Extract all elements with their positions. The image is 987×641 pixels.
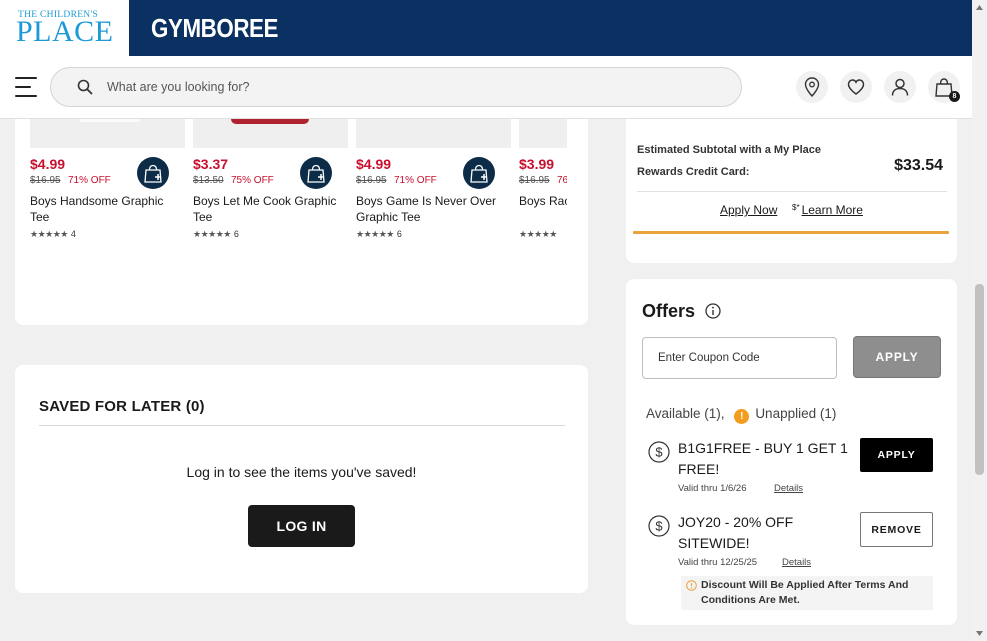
- account-button[interactable]: [884, 71, 916, 103]
- offer-notice: Discount Will Be Applied After Terms And…: [681, 576, 933, 610]
- search-icon[interactable]: [77, 79, 93, 95]
- offer-notice-text: Discount Will Be Applied After Terms And…: [701, 579, 909, 606]
- product-carousel: $4.99 $16.95 71% OFF Boys Handsome Graph…: [30, 119, 567, 325]
- product-discount: 76: [557, 175, 567, 186]
- divider: [637, 191, 947, 192]
- rating-stars: ★★★★★: [30, 229, 68, 239]
- product-discount: 75% OFF: [231, 175, 274, 186]
- info-icon: [686, 580, 697, 591]
- offers-panel: Offers APPLY Available (1), ! Unapplied (…: [626, 279, 957, 625]
- product-image[interactable]: [356, 119, 511, 148]
- product-rating: ★★★★★ 6: [356, 229, 402, 240]
- add-to-bag-icon: [470, 164, 488, 183]
- rewards-subtotal-panel: Estimated Subtotal with a My Place Rewar…: [626, 119, 957, 263]
- available-count[interactable]: Available (1),: [646, 406, 725, 421]
- scrollbar-thumb[interactable]: [975, 284, 984, 475]
- remove-offer-button[interactable]: REMOVE: [860, 512, 933, 547]
- login-button[interactable]: LOG IN: [248, 505, 355, 547]
- childrens-place-logo-main-text: PLACE: [16, 15, 114, 48]
- add-to-bag-button[interactable]: [463, 157, 495, 189]
- saved-for-later-message: Log in to see the items you've saved!: [186, 464, 417, 480]
- learn-more-prefix: $*: [792, 203, 800, 212]
- scroll-down-arrow-icon[interactable]: [972, 626, 987, 641]
- rating-stars: ★★★★★: [193, 229, 231, 239]
- page-scrollbar[interactable]: [972, 0, 987, 641]
- review-count: 6: [233, 229, 239, 239]
- svg-text:$: $: [655, 445, 663, 460]
- offer-name: B1G1FREE - BUY 1 GET 1 FREE!: [678, 440, 848, 477]
- review-count: 4: [70, 229, 76, 239]
- product-name[interactable]: Boys Let Me Cook Graphic Tee: [193, 193, 343, 225]
- product-original-price: $13.50: [193, 175, 224, 186]
- scroll-up-arrow-icon[interactable]: [972, 0, 987, 15]
- product-rating: ★★★★★: [519, 229, 560, 240]
- coupon-code-input[interactable]: [642, 337, 837, 379]
- add-to-bag-icon: [307, 164, 325, 183]
- product-original-price: $16.95: [519, 175, 550, 186]
- search-input[interactable]: [107, 68, 707, 106]
- add-to-bag-icon: [144, 164, 162, 183]
- site-header: 8: [0, 56, 972, 119]
- rewards-subtotal-label: Estimated Subtotal with a My Place Rewar…: [637, 144, 821, 178]
- add-to-bag-button[interactable]: [300, 157, 332, 189]
- product-discount: 71% OFF: [68, 175, 111, 186]
- product-image[interactable]: [519, 119, 567, 148]
- bag-button[interactable]: 8: [928, 71, 960, 103]
- dollar-coupon-icon: $: [648, 515, 670, 537]
- brand-bar: THE CHILDREN'S PLACE GYMBOREE: [0, 0, 972, 56]
- offers-title: Offers: [642, 301, 696, 321]
- product-discount: 71% OFF: [394, 175, 437, 186]
- apply-offer-button[interactable]: APPLY: [860, 438, 933, 472]
- product-price: $3.37: [193, 156, 229, 172]
- location-pin-icon: [804, 77, 820, 97]
- product-rating: ★★★★★ 4: [30, 229, 76, 240]
- offer-valid-date: Valid thru 12/25/25: [678, 557, 758, 568]
- add-to-bag-button[interactable]: [137, 157, 169, 189]
- product-original-price: $16.95: [356, 175, 387, 186]
- product-price: $4.99: [30, 156, 66, 172]
- product-name[interactable]: Boys Game Is Never Over Graphic Tee: [356, 193, 506, 225]
- search-bar: [50, 67, 742, 107]
- rating-stars: ★★★★★: [356, 229, 394, 239]
- childrens-place-logo[interactable]: THE CHILDREN'S PLACE: [0, 0, 129, 56]
- learn-more: $* Learn More: [792, 203, 863, 217]
- rating-stars: ★★★★★: [519, 229, 557, 239]
- dollar-coupon-icon: $: [648, 441, 670, 463]
- recommendations-panel: $4.99 $16.95 71% OFF Boys Handsome Graph…: [15, 119, 588, 325]
- review-count: 6: [396, 229, 402, 239]
- offer-valid-date: Valid thru 1/6/26: [678, 483, 747, 494]
- warning-icon: !: [734, 409, 750, 424]
- product-name[interactable]: Boys Handsome Graphic Tee: [30, 193, 180, 225]
- product-image[interactable]: [193, 119, 348, 148]
- product-price: $3.99: [519, 156, 555, 172]
- info-icon[interactable]: [705, 303, 721, 319]
- bag-count-badge: 8: [949, 91, 960, 102]
- divider: [39, 425, 565, 426]
- saved-for-later-title: SAVED FOR LATER (0): [39, 398, 205, 415]
- store-locator-button[interactable]: [796, 71, 828, 103]
- rewards-accent-bar: [633, 231, 949, 234]
- apply-coupon-button[interactable]: APPLY: [853, 336, 941, 378]
- product-price: $4.99: [356, 156, 392, 172]
- product-name[interactable]: Boys Rac: [519, 193, 567, 209]
- product-image[interactable]: [30, 119, 185, 148]
- offer-name: JOY20 - 20% OFF SITEWIDE!: [678, 514, 794, 551]
- apply-now-link[interactable]: Apply Now: [720, 203, 777, 217]
- rewards-subtotal-amount: $33.54: [894, 157, 943, 174]
- svg-text:$: $: [655, 519, 663, 534]
- learn-more-link[interactable]: Learn More: [802, 203, 863, 217]
- menu-icon[interactable]: [15, 77, 37, 97]
- offer-details-link[interactable]: Details: [774, 483, 803, 494]
- saved-for-later-panel: SAVED FOR LATER (0) Log in to see the it…: [15, 365, 588, 593]
- account-icon: [891, 78, 909, 96]
- unapplied-count[interactable]: Unapplied (1): [755, 406, 836, 421]
- gymboree-logo[interactable]: GYMBOREE: [151, 13, 278, 44]
- heart-icon: [847, 79, 865, 95]
- wishlist-button[interactable]: [840, 71, 872, 103]
- product-rating: ★★★★★ 6: [193, 229, 239, 240]
- offer-details-link[interactable]: Details: [782, 557, 811, 568]
- product-original-price: $16.95: [30, 175, 61, 186]
- offers-status: Available (1), ! Unapplied (1): [646, 406, 836, 424]
